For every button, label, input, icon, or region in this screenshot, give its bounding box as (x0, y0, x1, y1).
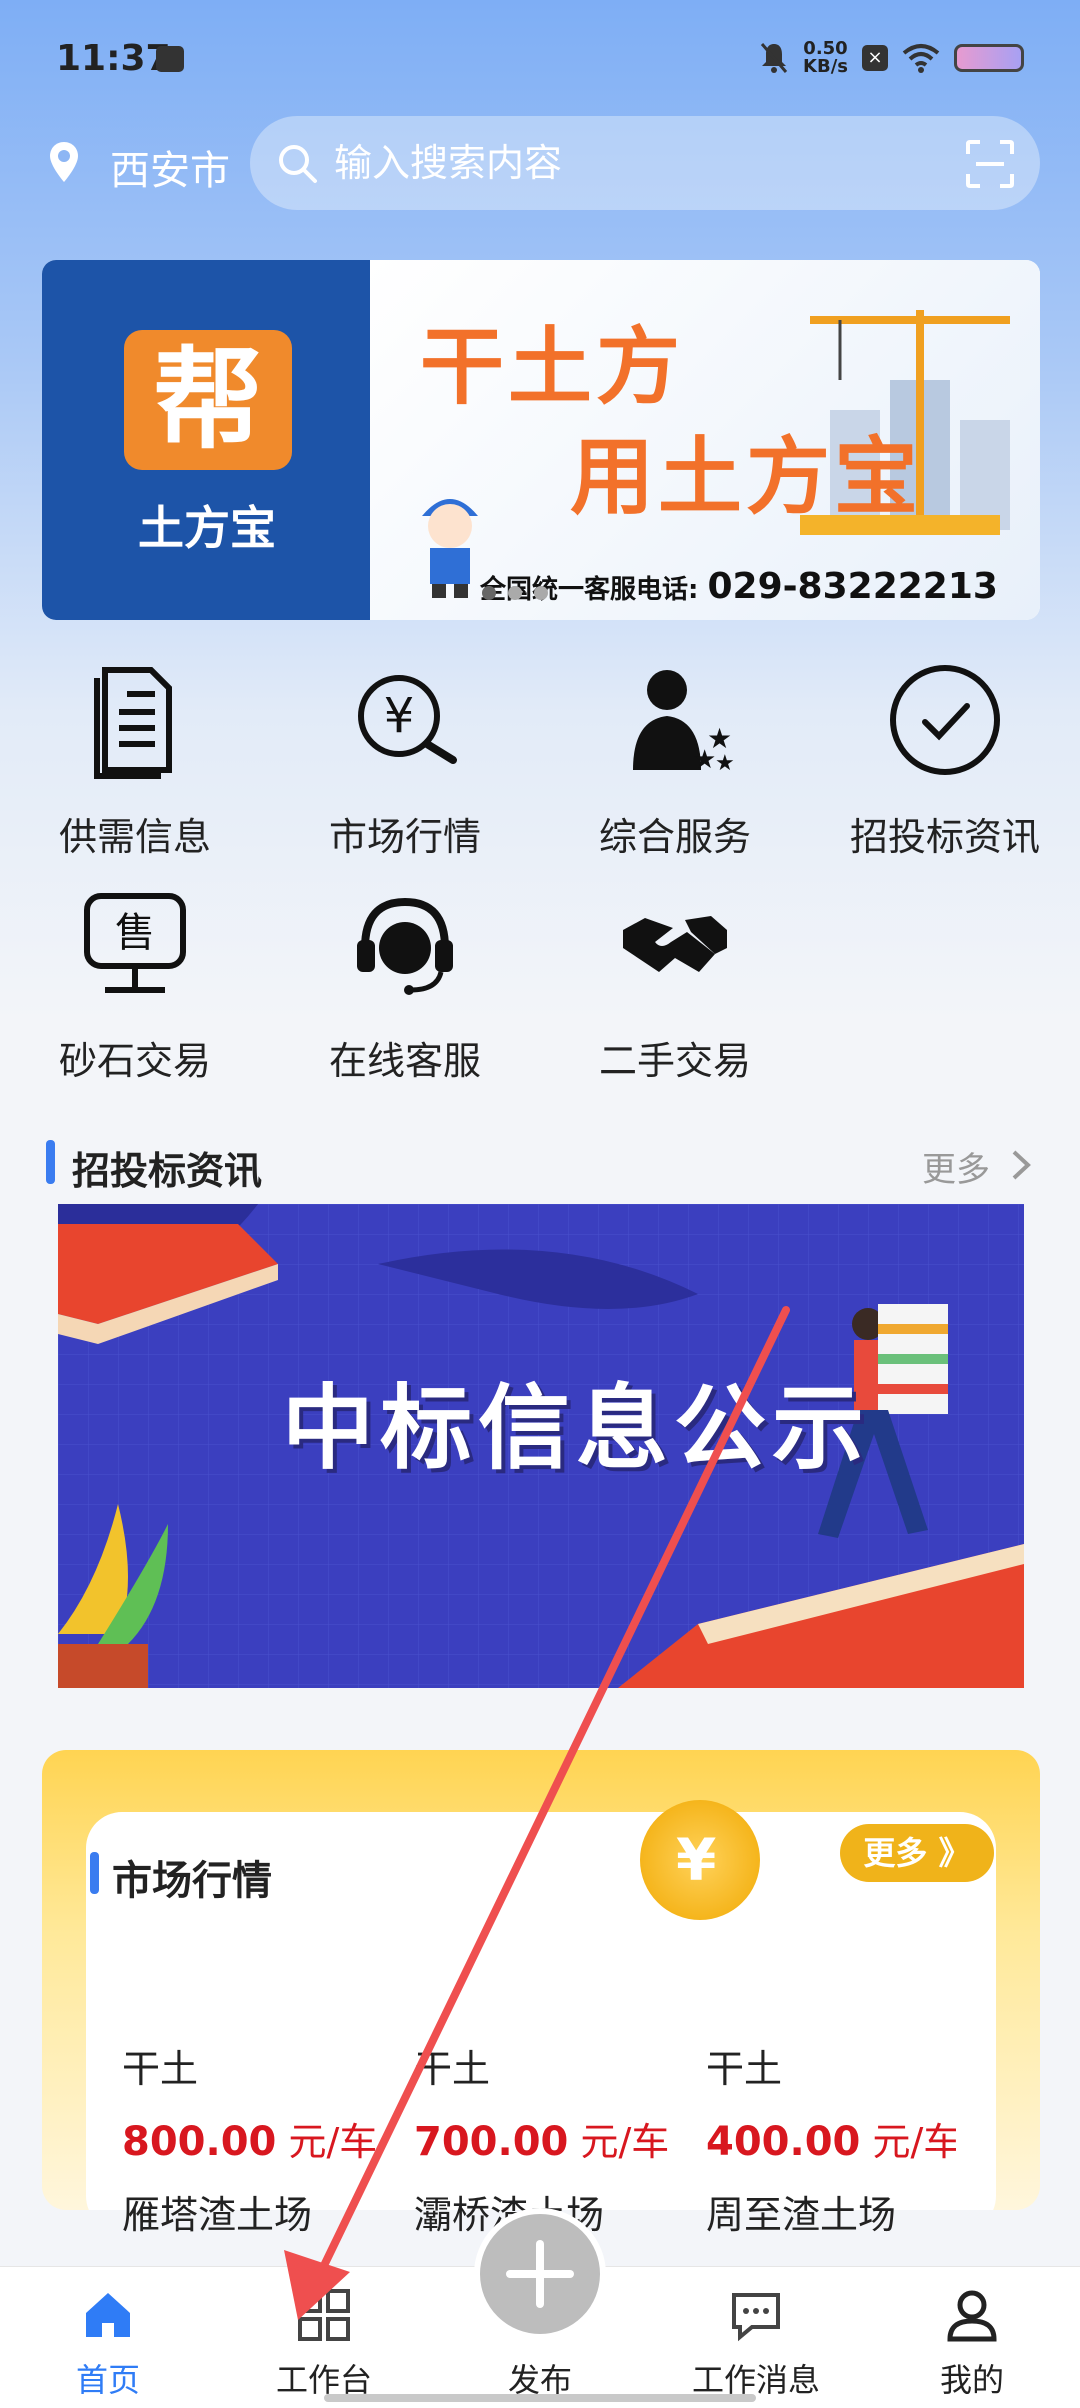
location-pin-icon[interactable] (48, 140, 80, 184)
nav-workbench[interactable]: 工作台 (216, 2267, 432, 2408)
price-unit: 元/车 (860, 2120, 956, 2164)
slogan-line-1: 干土方 (420, 318, 685, 416)
price-value: 700.00 (414, 2119, 569, 2165)
status-icons: 0.50 KB/s × (759, 40, 1024, 76)
mute-bell-icon (760, 43, 788, 73)
svg-text:★: ★ (715, 751, 735, 776)
price-value: 800.00 (122, 2119, 277, 2165)
nav-home[interactable]: 首页 (0, 2267, 216, 2408)
market-item-site: 周至渣土场 (706, 2193, 897, 2237)
nav-messages[interactable]: 工作消息 (648, 2267, 864, 2408)
scan-icon[interactable] (964, 138, 1016, 190)
section-accent-bar (90, 1852, 99, 1894)
service-label: 供需信息 (58, 815, 211, 859)
grid-icon (298, 2289, 350, 2341)
service-label: 砂石交易 (58, 1039, 211, 1083)
notification-icon (156, 46, 184, 72)
service-label: 市场行情 (328, 815, 481, 859)
hotline: 全国统一客服电话: 029-83222213 (480, 566, 998, 607)
market-item-price: 800.00 元/车 (122, 2111, 422, 2166)
net-speed: 0.50 KB/s (803, 40, 848, 76)
service-label: 二手交易 (598, 1039, 751, 1083)
market-item[interactable]: 干土 700.00 元/车 灞桥渣土场 (414, 2038, 714, 2239)
status-bar: 11:37 0.50 KB/s × (0, 0, 1080, 120)
brand-logo: 帮 (124, 330, 292, 470)
market-item[interactable]: 干土 800.00 元/车 雁塔渣土场 (122, 2038, 422, 2239)
market-item-price: 700.00 元/车 (414, 2111, 714, 2166)
carousel-dot (482, 586, 496, 600)
tender-section-title: 招投标资讯 (72, 1149, 263, 1193)
service-second-hand[interactable]: 二手交易 (540, 884, 810, 1094)
city-selector[interactable]: 西安市 (110, 138, 230, 196)
service-label: 综合服务 (598, 815, 751, 859)
svg-text:售: 售 (115, 910, 155, 956)
section-accent-bar (46, 1140, 55, 1184)
yuan-symbol-icon: ¥ (676, 1826, 717, 1894)
chevron-right-icon[interactable] (1010, 1148, 1032, 1182)
sale-monitor-icon: 售 (84, 893, 186, 993)
service-supply-demand[interactable]: 供需信息 (0, 660, 270, 870)
search-icon (279, 145, 317, 183)
market-item[interactable]: 干土 400.00 元/车 周至渣土场 (706, 2038, 956, 2239)
slogan-line-2: 用土方宝 (570, 428, 923, 526)
tender-banner[interactable]: 中标信息公示 (58, 1204, 1024, 1688)
svg-text:¥: ¥ (384, 688, 415, 744)
home-icon (86, 2293, 130, 2337)
check-circle-icon (890, 665, 1000, 775)
nav-mine[interactable]: 我的 (864, 2267, 1080, 2408)
headset-icon (357, 897, 453, 995)
service-label: 招投标资讯 (849, 815, 1040, 859)
market-item-type: 干土 (414, 2047, 491, 2091)
wifi-icon (902, 44, 940, 73)
close-box-icon: × (862, 45, 888, 71)
market-item-type: 干土 (122, 2047, 199, 2091)
market-section-title: 市场行情 (112, 1858, 272, 1904)
nav-label: 首页 (75, 2361, 140, 2399)
service-comprehensive[interactable]: ★ ★ ★ 综合服务 (540, 660, 810, 870)
market-item-site: 雁塔渣土场 (122, 2193, 313, 2237)
handshake-icon (623, 916, 727, 972)
carousel-dot (534, 586, 548, 600)
price-unit: 元/车 (276, 2120, 378, 2164)
hotline-number: 029-83222213 (707, 566, 998, 607)
nav-label: 我的 (939, 2361, 1004, 2399)
mascot-illustration (422, 499, 478, 598)
price-unit: 元/车 (568, 2120, 670, 2164)
user-icon (947, 2290, 997, 2342)
banner-content: 干土方 用土方宝 全国统一客服电话: 029-83222213 (370, 260, 1040, 620)
service-label: 在线客服 (328, 1039, 481, 1083)
brand-name: 土方宝 (138, 501, 276, 555)
market-item-price: 400.00 元/车 (706, 2111, 956, 2166)
status-time: 11:37 (56, 38, 171, 79)
search-bar[interactable] (250, 116, 1040, 210)
chat-bubble-icon (732, 2293, 780, 2342)
service-bidding[interactable]: 招投标资讯 (810, 660, 1080, 870)
person-stars-icon: ★ ★ ★ (633, 670, 735, 776)
tender-more-link[interactable]: 更多 (922, 1142, 990, 1191)
market-item-type: 干土 (706, 2047, 783, 2091)
service-market[interactable]: ¥ 市场行情 (270, 660, 540, 870)
tender-banner-title: 中标信息公示 (282, 1375, 871, 1482)
search-input[interactable] (334, 136, 894, 190)
publish-button[interactable] (474, 2208, 606, 2340)
carousel-dot (508, 586, 522, 600)
battery-icon (954, 44, 1024, 72)
price-value: 400.00 (706, 2119, 861, 2165)
net-speed-unit: KB/s (803, 56, 848, 77)
svg-text:★: ★ (693, 745, 716, 775)
carousel-indicator (482, 586, 548, 600)
document-icon (94, 667, 172, 779)
banner-logo-panel: 帮 土方宝 (42, 260, 370, 620)
service-online-support[interactable]: 在线客服 (270, 884, 540, 1094)
promo-banner[interactable]: 帮 土方宝 干土方 用土方宝 全国统一客服电话: 029-83222213 (42, 260, 1040, 620)
yuan-search-icon: ¥ (358, 675, 457, 764)
market-more-button[interactable]: 更多 》 (840, 1824, 994, 1882)
plus-icon (506, 2240, 574, 2308)
service-sand-gravel[interactable]: 售 砂石交易 (0, 884, 270, 1094)
home-indicator[interactable] (324, 2394, 756, 2402)
